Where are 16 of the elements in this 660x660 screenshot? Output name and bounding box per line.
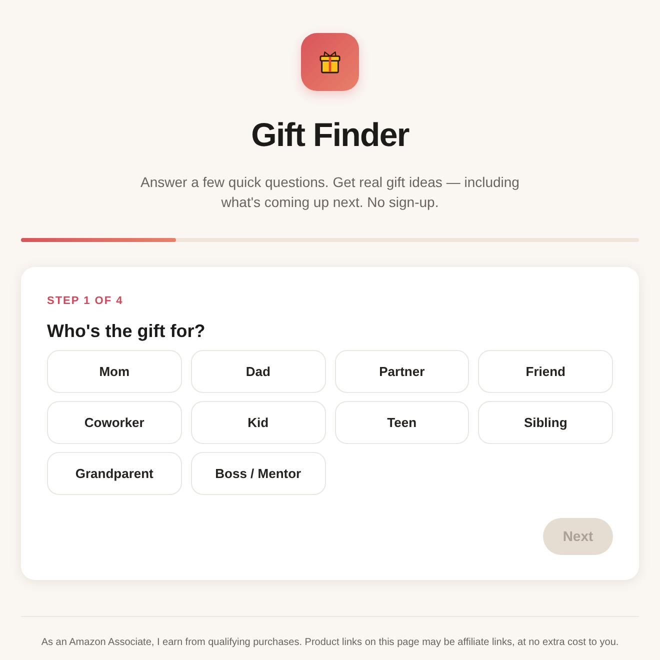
option-button[interactable]: Sibling <box>478 401 613 444</box>
option-button[interactable]: Kid <box>190 401 326 444</box>
disclosure-text: As an Amazon Associate, I earn from qualifying purchases. Product links on this page may be affiliate links, at no extra cost to you. <box>41 636 619 650</box>
gift-icon <box>301 33 359 91</box>
step-label: STEP 1 OF 4 <box>47 294 124 309</box>
option-button[interactable]: Partner <box>334 350 470 393</box>
subtitle-text: Answer a few quick questions. Get real gift ideas — including what's coming up next. No sign-up. <box>140 173 520 212</box>
option-button[interactable]: Grandparent <box>47 452 182 495</box>
option-button[interactable]: Mom <box>47 350 182 393</box>
page-title: Gift Finder <box>251 115 409 155</box>
option-button[interactable]: Teen <box>334 401 470 444</box>
option-button[interactable]: Boss / Mentor <box>190 452 326 495</box>
option-button[interactable]: Friend <box>478 350 613 393</box>
option-button[interactable]: Dad <box>190 350 326 393</box>
question-text: Who's the gift for? <box>47 320 206 343</box>
option-button[interactable]: Coworker <box>47 401 182 444</box>
